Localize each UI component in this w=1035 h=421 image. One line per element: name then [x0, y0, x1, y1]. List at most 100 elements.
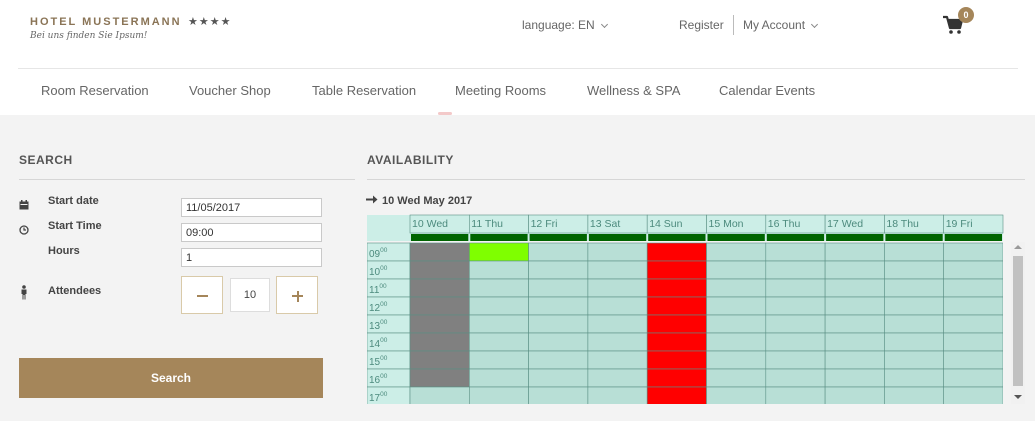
grid-body: 090010001100120013001400150016001700: [367, 242, 1003, 405]
slot-cell-free[interactable]: [765, 278, 826, 298]
scroll-down-icon[interactable]: [1014, 395, 1022, 399]
day-header-label: 17 Wed: [827, 218, 863, 230]
slot-cell-free[interactable]: [765, 332, 826, 352]
slot-cell-free[interactable]: [528, 368, 589, 388]
slot-cell-free[interactable]: [468, 314, 529, 334]
slot-cell-free[interactable]: [706, 296, 767, 316]
slot-cell-free[interactable]: [587, 368, 648, 388]
slot-cell-free[interactable]: [587, 332, 648, 352]
slot-cell-free[interactable]: [528, 332, 589, 352]
slot-cell-free[interactable]: [943, 260, 1003, 280]
slot-cell-free[interactable]: [765, 260, 826, 280]
slot-cell-free[interactable]: [943, 350, 1003, 370]
slot-cell-blocked[interactable]: [646, 332, 707, 352]
slot-cell-free[interactable]: [824, 296, 885, 316]
slot-cell-past[interactable]: [409, 242, 470, 262]
slot-cell-selected[interactable]: [468, 242, 529, 262]
slot-cell-blocked[interactable]: [646, 242, 707, 262]
slot-cell-free[interactable]: [824, 260, 885, 280]
slot-cell-blocked[interactable]: [646, 368, 707, 388]
slot-cell-free[interactable]: [587, 296, 648, 316]
slot-cell-free[interactable]: [468, 368, 529, 388]
slot-cell-free[interactable]: [943, 386, 1003, 405]
slot-cell-free[interactable]: [409, 386, 470, 405]
slot-cell-free[interactable]: [884, 350, 945, 370]
slot-cell-free[interactable]: [587, 278, 648, 298]
slot-cell-free[interactable]: [765, 314, 826, 334]
slot-cell-free[interactable]: [943, 296, 1003, 316]
slot-cell-free[interactable]: [884, 386, 945, 405]
slot-cell-free[interactable]: [528, 296, 589, 316]
slot-cell-blocked[interactable]: [646, 386, 707, 405]
grid-scrollbar[interactable]: [1011, 242, 1025, 404]
slot-cell-free[interactable]: [824, 278, 885, 298]
slot-cell-free[interactable]: [587, 260, 648, 280]
slot-cell-blocked[interactable]: [646, 350, 707, 370]
slot-cell-free[interactable]: [824, 332, 885, 352]
day-status-bar: [766, 234, 825, 241]
slot-cell-blocked[interactable]: [646, 314, 707, 334]
slot-cell-free[interactable]: [884, 332, 945, 352]
slot-cell-free[interactable]: [587, 314, 648, 334]
slot-cell-free[interactable]: [587, 386, 648, 405]
slot-cell-past[interactable]: [409, 296, 470, 316]
slot-cell-past[interactable]: [409, 350, 470, 370]
slot-cell-free[interactable]: [943, 314, 1003, 334]
slot-cell-free[interactable]: [528, 350, 589, 370]
slot-cell-free[interactable]: [468, 278, 529, 298]
slot-cell-past[interactable]: [409, 278, 470, 298]
slot-cell-free[interactable]: [706, 332, 767, 352]
slot-cell-free[interactable]: [528, 386, 589, 405]
day-status-bar: [588, 234, 647, 241]
slot-cell-free[interactable]: [468, 350, 529, 370]
slot-cell-free[interactable]: [824, 368, 885, 388]
slot-cell-free[interactable]: [528, 314, 589, 334]
slot-cell-blocked[interactable]: [646, 296, 707, 316]
slot-cell-past[interactable]: [409, 332, 470, 352]
slot-cell-free[interactable]: [706, 260, 767, 280]
slot-cell-blocked[interactable]: [646, 278, 707, 298]
slot-cell-free[interactable]: [824, 242, 885, 262]
slot-cell-free[interactable]: [706, 368, 767, 388]
day-status-bar: [707, 234, 765, 241]
slot-cell-free[interactable]: [884, 260, 945, 280]
slot-cell-free[interactable]: [765, 296, 826, 316]
slot-cell-free[interactable]: [765, 368, 826, 388]
slot-cell-free[interactable]: [884, 242, 945, 262]
slot-cell-free[interactable]: [943, 278, 1003, 298]
slot-cell-free[interactable]: [528, 278, 589, 298]
slot-cell-free[interactable]: [528, 242, 589, 262]
slot-cell-free[interactable]: [468, 386, 529, 405]
slot-cell-free[interactable]: [468, 296, 529, 316]
slot-cell-free[interactable]: [706, 386, 767, 405]
slot-cell-free[interactable]: [587, 242, 648, 262]
slot-cell-free[interactable]: [884, 314, 945, 334]
scroll-up-icon[interactable]: [1014, 245, 1022, 249]
slot-cell-free[interactable]: [943, 332, 1003, 352]
slot-cell-free[interactable]: [706, 278, 767, 298]
slot-cell-free[interactable]: [943, 368, 1003, 388]
slot-cell-free[interactable]: [765, 350, 826, 370]
slot-cell-free[interactable]: [765, 242, 826, 262]
scroll-thumb[interactable]: [1013, 256, 1023, 386]
slot-cell-free[interactable]: [943, 242, 1003, 262]
slot-cell-blocked[interactable]: [646, 260, 707, 280]
slot-cell-free[interactable]: [824, 314, 885, 334]
slot-cell-free[interactable]: [824, 386, 885, 405]
slot-cell-free[interactable]: [765, 386, 826, 405]
slot-cell-free[interactable]: [884, 278, 945, 298]
slot-cell-free[interactable]: [528, 260, 589, 280]
slot-cell-free[interactable]: [587, 350, 648, 370]
slot-cell-free[interactable]: [706, 314, 767, 334]
slot-cell-free[interactable]: [468, 260, 529, 280]
slot-cell-past[interactable]: [409, 260, 470, 280]
slot-cell-past[interactable]: [409, 314, 470, 334]
day-status-bar: [411, 234, 469, 241]
slot-cell-free[interactable]: [884, 296, 945, 316]
slot-cell-free[interactable]: [884, 368, 945, 388]
slot-cell-free[interactable]: [706, 242, 767, 262]
slot-cell-past[interactable]: [409, 368, 470, 388]
slot-cell-free[interactable]: [706, 350, 767, 370]
slot-cell-free[interactable]: [468, 332, 529, 352]
slot-cell-free[interactable]: [824, 350, 885, 370]
